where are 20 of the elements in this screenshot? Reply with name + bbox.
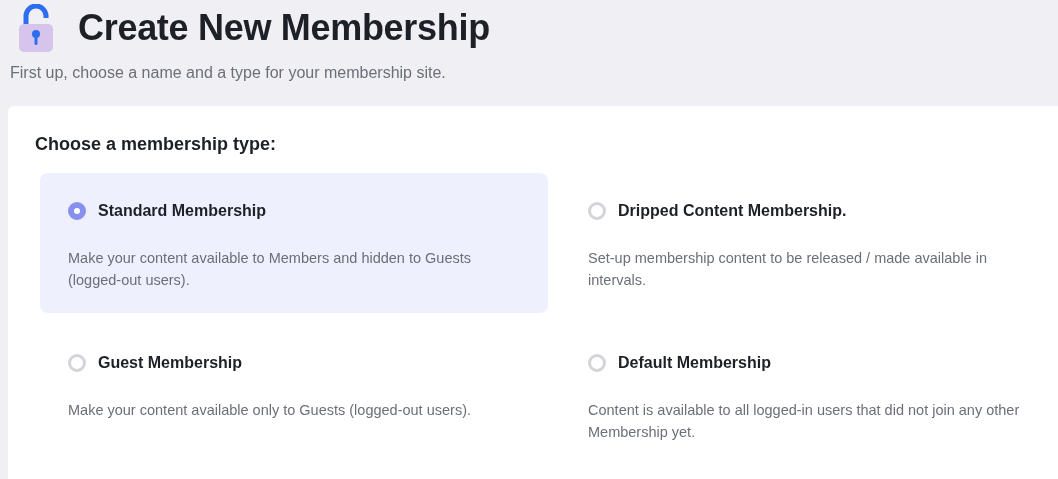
page-subtitle: First up, choose a name and a type for your membership site.	[10, 64, 447, 82]
option-description: Content is available to all logged-in users that did not join any other Membership yet.	[588, 401, 1021, 442]
membership-option[interactable]: Default Membership Content is available to all logged-in users that did not join any other Membership yet.	[560, 325, 1058, 465]
membership-option[interactable]: Guest Membership Make your content available only to Guests (logged-out users).	[40, 325, 548, 465]
option-label: Default Membership	[618, 354, 771, 372]
option-label: Standard Membership	[98, 202, 267, 220]
radio-button[interactable]	[68, 354, 86, 372]
radio-button[interactable]	[68, 202, 86, 220]
option-description: Make your content available only to Guests (logged-out users).	[68, 401, 472, 420]
option-description: Make your content available to Members and hidden to Guests (logged-out users).	[68, 249, 472, 290]
option-label: Dripped Content Membership.	[618, 202, 847, 220]
page-title: Create New Membership	[78, 7, 490, 49]
membership-option[interactable]: Dripped Content Membership. Set-up membership content to be released / made available in intervals.	[560, 173, 1058, 313]
section-heading: Choose a membership type:	[35, 134, 278, 155]
option-label: Guest Membership	[98, 354, 243, 372]
membership-option[interactable]: Standard Membership Make your content available to Members and hidden to Guests (logged-out users).	[40, 173, 548, 313]
option-description: Set-up membership content to be released / made available in intervals.	[588, 249, 988, 290]
radio-button[interactable]	[588, 202, 606, 220]
padlock-icon	[18, 4, 54, 52]
radio-button[interactable]	[588, 354, 606, 372]
